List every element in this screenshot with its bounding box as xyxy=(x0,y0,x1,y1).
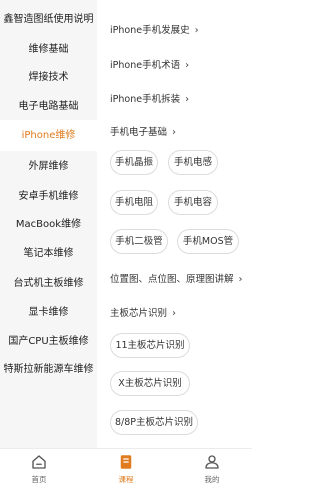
sidebar-item-android-repair[interactable]: 安卓手机维修 xyxy=(0,190,97,204)
sidebar-item-macbook-repair[interactable]: MacBook维修 xyxy=(0,218,97,232)
chip-capacitor[interactable]: 手机电容 xyxy=(168,190,218,215)
chip-crystal[interactable]: 手机晶振 xyxy=(110,150,158,175)
section-diagram-explanation[interactable]: 位置图、点位图、原理图讲解 › xyxy=(110,273,243,287)
section-iphone-history[interactable]: iPhone手机发展史 › xyxy=(110,24,199,38)
sidebar-item-circuit-basics[interactable]: 电子电路基础 xyxy=(0,100,97,114)
chevron-right-icon: › xyxy=(185,94,190,105)
chip-resistor[interactable]: 手机电阻 xyxy=(110,190,158,215)
chip-x-board[interactable]: X主板芯片识别 xyxy=(110,371,190,396)
chevron-right-icon: › xyxy=(185,60,190,71)
section-label: iPhone手机发展史 xyxy=(110,25,190,36)
sidebar-item-usage-guide[interactable]: 鑫智造图纸使用说明 xyxy=(0,13,97,27)
sidebar-item-domestic-cpu-board[interactable]: 国产CPU主板维修 xyxy=(0,335,97,349)
tab-courses[interactable]: 课程 xyxy=(96,453,156,485)
tab-home[interactable]: 首页 xyxy=(9,453,69,485)
section-electronic-basics[interactable]: 手机电子基础 › xyxy=(110,126,176,140)
sidebar-item-desktop-board-repair[interactable]: 台式机主板维修 xyxy=(0,277,97,291)
tab-mine[interactable]: 我的 xyxy=(182,453,242,485)
sidebar-item-tesla-ev-repair[interactable]: 特斯拉新能源车维修 xyxy=(0,363,97,377)
chevron-right-icon: › xyxy=(172,308,177,319)
chip-mosfet[interactable]: 手机MOS管 xyxy=(177,229,239,254)
section-label: 主板芯片识别 xyxy=(110,308,168,319)
course-content: iPhone手机发展史 › iPhone手机术语 › iPhone手机拆装 › 手机电… xyxy=(97,0,252,448)
tab-mine-label: 我的 xyxy=(204,475,220,484)
chevron-right-icon: › xyxy=(194,25,199,36)
section-iphone-disassembly[interactable]: iPhone手机拆装 › xyxy=(110,93,189,107)
chip-inductor[interactable]: 手机电感 xyxy=(168,150,218,175)
user-icon xyxy=(205,455,219,469)
tab-courses-label: 课程 xyxy=(118,475,134,484)
sidebar-item-soldering[interactable]: 焊接技术 xyxy=(0,71,97,85)
sidebar-item-iphone-repair[interactable]: iPhone维修 xyxy=(0,120,97,151)
section-chip-identification[interactable]: 主板芯片识别 › xyxy=(110,307,176,321)
home-icon xyxy=(32,455,46,469)
sidebar-item-gpu-repair[interactable]: 显卡维修 xyxy=(0,306,97,320)
section-label: 手机电子基础 xyxy=(110,127,168,138)
section-iphone-terms[interactable]: iPhone手机术语 › xyxy=(110,59,189,73)
sidebar-item-repair-basics[interactable]: 维修基础 xyxy=(0,43,97,57)
sidebar-item-screen-repair[interactable]: 外屏维修 xyxy=(0,160,97,174)
chip-8-8p-board[interactable]: 8/8P主板芯片识别 xyxy=(110,410,198,435)
chevron-right-icon: › xyxy=(172,127,177,138)
chevron-right-icon: › xyxy=(238,274,243,285)
section-label: iPhone手机拆装 xyxy=(110,94,181,105)
tab-home-label: 首页 xyxy=(31,475,47,484)
section-label: 位置图、点位图、原理图讲解 xyxy=(110,274,234,285)
category-sidebar: 鑫智造图纸使用说明 维修基础 焊接技术 电子电路基础 iPhone维修 外屏维修… xyxy=(0,0,97,448)
chip-11-board[interactable]: 11主板芯片识别 xyxy=(110,333,190,358)
courses-icon xyxy=(120,455,132,469)
bottom-tab-bar: 首页 课程 我的 xyxy=(0,448,252,494)
chip-diode[interactable]: 手机二极管 xyxy=(110,229,168,254)
sidebar-item-laptop-repair[interactable]: 笔记本维修 xyxy=(0,247,97,261)
section-label: iPhone手机术语 xyxy=(110,60,181,71)
